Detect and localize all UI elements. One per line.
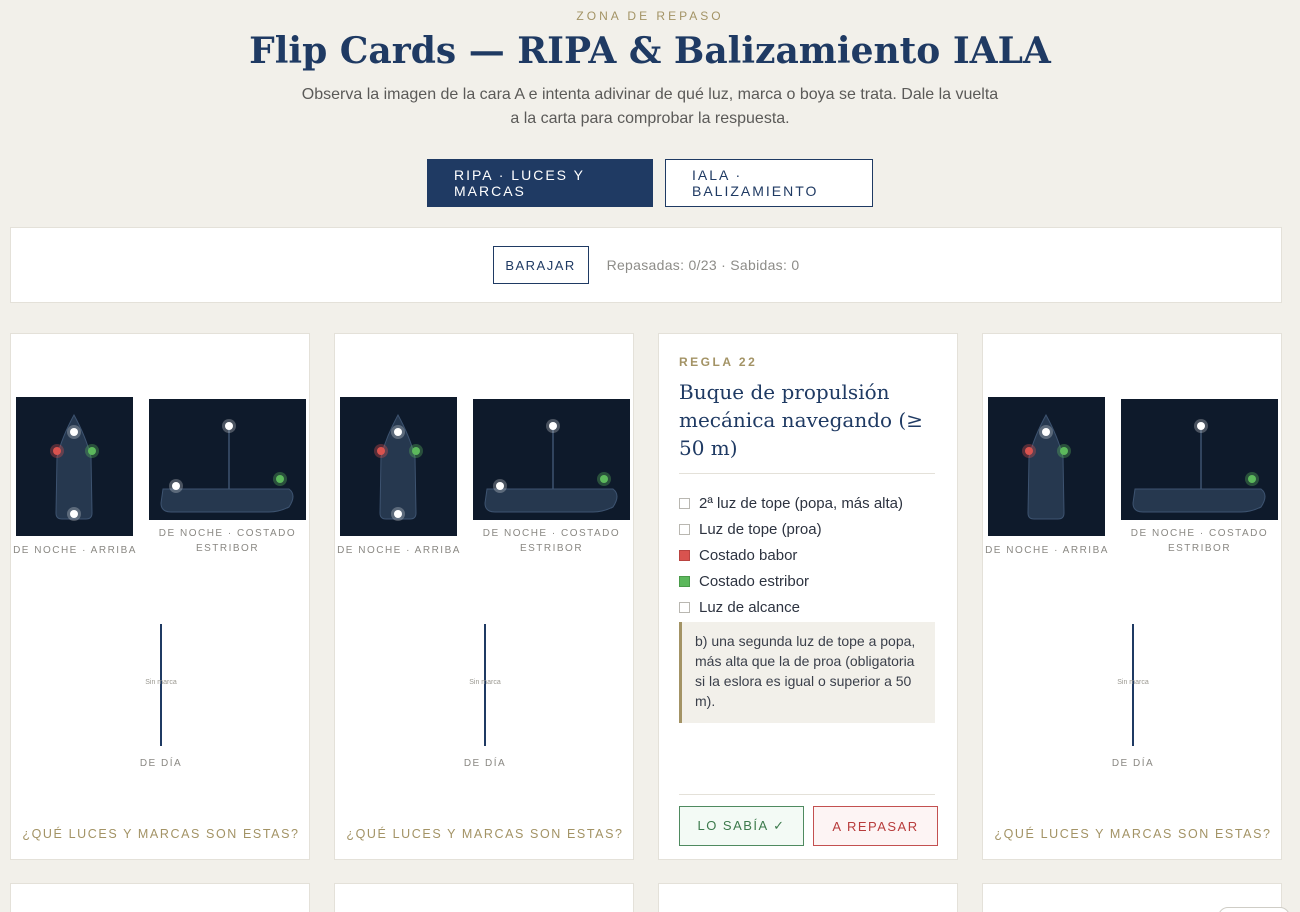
review-button[interactable]: A REPASAR — [813, 806, 938, 846]
shuffle-button[interactable]: BARAJAR — [492, 246, 589, 284]
caption-night-top: DE NOCHE · ARRIBA — [985, 545, 1109, 556]
swatch-red — [679, 549, 690, 561]
night-side-view — [1121, 399, 1278, 520]
tab-bar: RIPA · LUCES Y MARCAS IALA · BALIZAMIENT… — [0, 159, 1300, 207]
flip-card-front[interactable] — [10, 883, 310, 912]
day-mark-label: Sin marca — [1117, 679, 1149, 686]
stats-text: Repasadas: 0/23 · Sabidas: 0 — [606, 257, 800, 273]
legend-item: Costado estribor — [679, 568, 903, 594]
page-subtitle: Observa la imagen de la cara A e intenta… — [301, 86, 999, 127]
swatch-white — [679, 601, 690, 613]
night-top-view — [340, 397, 457, 536]
caption-night-side: DE NOCHE · COSTADO ESTRIBOR — [482, 528, 621, 554]
swatch-white — [679, 523, 690, 535]
card-prompt: ¿QUÉ LUCES Y MARCAS SON ESTAS? — [346, 827, 624, 841]
legend-item: Luz de tope (proa) — [679, 516, 903, 542]
rule-label: REGLA 22 — [679, 355, 758, 369]
lights-legend: 2ª luz de tope (popa, más alta) Luz de t… — [679, 490, 903, 620]
night-side-view — [149, 399, 306, 520]
night-side-view — [473, 399, 630, 520]
swatch-white — [679, 497, 690, 509]
flip-card-front[interactable] — [334, 883, 634, 912]
card-answer-title: Buque de propulsión mecánica navegando (… — [679, 380, 923, 460]
day-mast-view: Sin marca — [1117, 624, 1149, 746]
kicker: ZONA DE REPASO — [576, 9, 724, 23]
night-top-view — [988, 397, 1105, 536]
night-top-view — [16, 397, 133, 536]
legend-item: Costado babor — [679, 542, 903, 568]
day-mark-label: Sin marca — [145, 679, 177, 686]
toolbar: BARAJAR Repasadas: 0/23 · Sabidas: 0 — [10, 227, 1282, 303]
tab-iala[interactable]: IALA · BALIZAMIENTO — [665, 159, 873, 207]
caption-night-side: DE NOCHE · COSTADO ESTRIBOR — [1130, 528, 1269, 554]
day-label: DE DÍA — [1111, 758, 1155, 769]
flip-card-front[interactable]: DE NOCHE · ARRIBA DE NOCHE · COSTADO EST… — [334, 333, 634, 860]
rule-quote: b) una segunda luz de tope a popa, más a… — [679, 622, 935, 723]
day-label: DE DÍA — [463, 758, 507, 769]
caption-night-top: DE NOCHE · ARRIBA — [13, 545, 137, 556]
flip-card-back[interactable]: REGLA 22 Buque de propulsión mecánica na… — [658, 333, 958, 860]
card-prompt: ¿QUÉ LUCES Y MARCAS SON ESTAS? — [994, 827, 1272, 841]
day-mark-label: Sin marca — [469, 679, 501, 686]
tab-ripa[interactable]: RIPA · LUCES Y MARCAS — [427, 159, 653, 207]
caption-night-top: DE NOCHE · ARRIBA — [337, 545, 461, 556]
page-title: Flip Cards — RIPA & Balizamiento IALA — [249, 30, 1051, 72]
flip-card-front[interactable] — [658, 883, 958, 912]
day-mast-view: Sin marca — [145, 624, 177, 746]
flip-card-front[interactable]: DE NOCHE · ARRIBA DE NOCHE · COSTADO EST… — [10, 333, 310, 860]
day-mast-view: Sin marca — [469, 624, 501, 746]
caption-night-side: DE NOCHE · COSTADO ESTRIBOR — [158, 528, 297, 554]
legend-item: Luz de alcance — [679, 594, 903, 620]
day-label: DE DÍA — [139, 758, 183, 769]
divider — [679, 473, 935, 474]
card-prompt: ¿QUÉ LUCES Y MARCAS SON ESTAS? — [22, 827, 300, 841]
swatch-green — [679, 575, 690, 587]
knew-it-button[interactable]: LO SABÍA ✓ — [679, 806, 804, 846]
divider — [679, 794, 935, 795]
floating-widget[interactable] — [1218, 907, 1290, 912]
flip-card-front[interactable]: DE NOCHE · ARRIBA DE NOCHE · COSTADO EST… — [982, 333, 1282, 860]
legend-item: 2ª luz de tope (popa, más alta) — [679, 490, 903, 516]
